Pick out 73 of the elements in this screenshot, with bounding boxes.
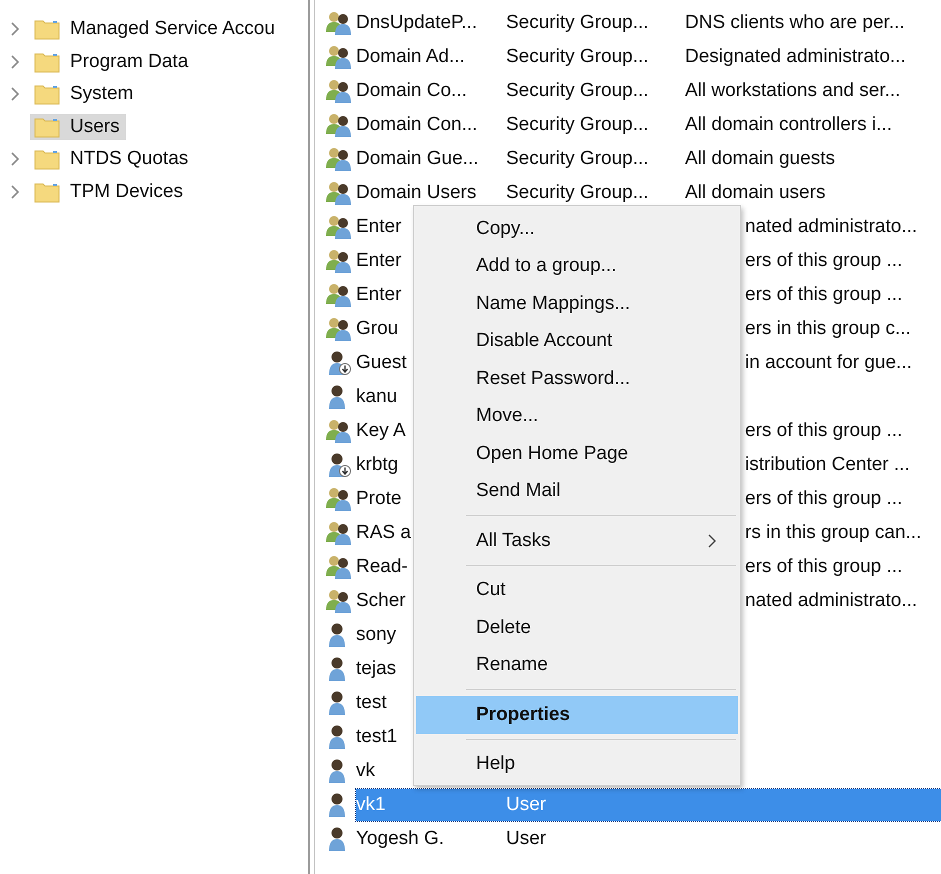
list-row[interactable]: Domain Users Security Group... All domain users: [356, 177, 941, 209]
description-cell: in account for gue...: [745, 352, 912, 373]
chevron-icon[interactable]: [10, 184, 20, 199]
tree-item[interactable]: System: [30, 81, 140, 108]
name-cell: Key A: [356, 420, 406, 441]
name-cell: Domain Ad...: [356, 46, 465, 67]
folder-icon: [34, 18, 60, 40]
list-row[interactable]: Yogesh G. User: [356, 823, 941, 855]
description-cell: ers of this group ...: [745, 556, 902, 577]
description-cell: All workstations and ser...: [685, 80, 900, 101]
chevron-icon[interactable]: [10, 87, 20, 102]
list-row[interactable]: DnsUpdateP... Security Group... DNS clients who are per...: [356, 7, 941, 39]
type-cell: Security Group...: [506, 114, 649, 135]
list-row[interactable]: Domain Gue... Security Group... All domain guests: [356, 143, 941, 175]
name-cell: Scher: [356, 590, 406, 611]
menu-item[interactable]: Rename: [416, 646, 738, 684]
description-cell: ers of this group ...: [745, 420, 902, 441]
name-cell: Guest: [356, 352, 407, 373]
chevron-icon[interactable]: [10, 22, 20, 36]
type-cell: User: [506, 794, 546, 815]
description-cell: ers in this group c...: [745, 318, 911, 339]
folder-icon: [34, 180, 60, 203]
name-cell: Yogesh G.: [356, 828, 444, 849]
name-cell: Domain Users: [356, 182, 476, 203]
menu-item[interactable]: Reset Password...: [416, 360, 738, 398]
menu-item[interactable]: Cut: [416, 572, 738, 609]
folder-icon: [34, 116, 60, 138]
description-cell: nated administrato...: [745, 590, 918, 611]
list-row[interactable]: Domain Con... Security Group... All domain controllers i...: [356, 109, 941, 141]
tree-item[interactable]: Users: [30, 114, 126, 140]
chevron-icon[interactable]: [10, 152, 20, 166]
menu-item[interactable]: Send Mail: [416, 472, 738, 510]
menu-item[interactable]: Move...: [416, 398, 738, 435]
menu-item[interactable]: Delete: [416, 609, 738, 646]
menu-item[interactable]: Open Home Page: [416, 435, 738, 472]
name-cell: vk1: [356, 794, 386, 815]
tree-item[interactable]: Managed Service Accou: [30, 16, 281, 42]
name-cell: Domain Co...: [356, 80, 467, 101]
folder-icon: [34, 148, 60, 170]
description-cell: All domain guests: [685, 148, 835, 169]
type-cell: Security Group...: [506, 80, 649, 101]
name-cell: Grou: [356, 318, 398, 339]
menu-item[interactable]: Disable Account: [416, 322, 738, 360]
menu-item[interactable]: Add to a group...: [416, 248, 738, 285]
type-cell: Security Group...: [506, 148, 649, 169]
menu-item[interactable]: Properties: [416, 696, 738, 734]
type-cell: Security Group...: [506, 12, 649, 33]
tree-item[interactable]: TPM Devices: [30, 178, 189, 205]
name-cell: Domain Gue...: [356, 148, 478, 169]
list-row[interactable]: Domain Co... Security Group... All workstations and ser...: [356, 75, 941, 107]
pane-splitter[interactable]: [308, 0, 315, 874]
type-cell: Security Group...: [506, 182, 649, 203]
menu-item[interactable]: Help: [416, 746, 738, 783]
menu-item[interactable]: All Tasks: [416, 522, 738, 560]
name-cell: kanu: [356, 386, 398, 407]
type-cell: User: [506, 828, 546, 849]
name-cell: DnsUpdateP...: [356, 12, 478, 33]
description-cell: DNS clients who are per...: [685, 12, 905, 33]
name-cell: Read-: [356, 556, 408, 577]
description-cell: All domain controllers i...: [685, 114, 892, 135]
type-cell: Security Group...: [506, 46, 649, 67]
description-cell: All domain users: [685, 182, 826, 203]
menu-item[interactable]: Copy...: [416, 210, 738, 248]
list-row[interactable]: Domain Ad... Security Group... Designated administrato...: [356, 41, 941, 73]
description-cell: Designated administrato...: [685, 46, 906, 67]
menu-item[interactable]: Name Mappings...: [416, 285, 738, 322]
name-cell: test1: [356, 726, 398, 747]
folder-icon: [34, 83, 60, 106]
tree-item[interactable]: Program Data: [30, 48, 194, 75]
name-cell: Domain Con...: [356, 114, 478, 135]
chevron-icon[interactable]: [10, 54, 20, 69]
folder-icon: [34, 50, 60, 73]
tree-item[interactable]: NTDS Quotas: [30, 146, 194, 172]
